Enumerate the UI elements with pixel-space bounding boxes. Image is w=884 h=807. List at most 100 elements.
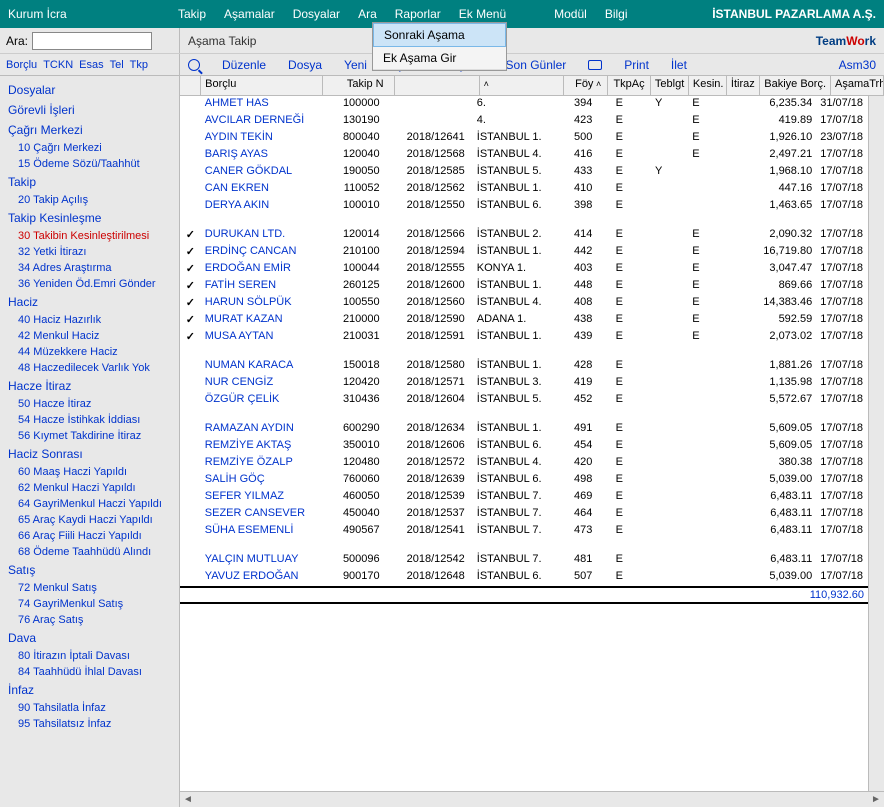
table-row[interactable]: REMZİYE ÖZALP1204802018/12572İSTANBUL 4.… xyxy=(180,455,868,472)
row-check[interactable] xyxy=(180,375,201,392)
menu-bilgi[interactable]: Bilgi xyxy=(605,7,628,21)
sidebar-item[interactable]: 32 Yetki İtirazı xyxy=(0,244,179,260)
sidebar-item[interactable]: 42 Menkul Haciz xyxy=(0,328,179,344)
scroll-right-icon[interactable]: ► xyxy=(868,794,884,805)
table-row[interactable]: NUR CENGİZ1204202018/12571İSTANBUL 3.419… xyxy=(180,375,868,392)
row-name[interactable]: NUMAN KARACA xyxy=(201,358,320,375)
row-check[interactable]: ✓ xyxy=(180,244,201,261)
sidebar-item[interactable]: 65 Araç Kaydi Haczi Yapıldı xyxy=(0,512,179,528)
col-itiraz[interactable]: İtiraz xyxy=(727,76,760,95)
sidebar-item[interactable]: 95 Tahsilatsız İnfaz xyxy=(0,716,179,732)
sidebar-item[interactable]: 74 GayriMenkul Satış xyxy=(0,596,179,612)
row-name[interactable]: HARUN SÖLPÜK xyxy=(201,295,320,312)
sidebar-hdr[interactable]: İnfaz xyxy=(0,680,179,700)
sidebar-hdr[interactable]: Satış xyxy=(0,560,179,580)
row-name[interactable]: ERDOĞAN EMİR xyxy=(201,261,320,278)
row-name[interactable]: DERYA AKIN xyxy=(201,198,320,215)
col-dosya[interactable] xyxy=(395,76,480,95)
search-icon[interactable] xyxy=(188,59,200,71)
filter-esas[interactable]: Esas xyxy=(79,59,103,71)
filter-tckn[interactable]: TCKN xyxy=(43,59,73,71)
row-check[interactable]: ✓ xyxy=(180,261,201,278)
row-name[interactable]: SALİH GÖÇ xyxy=(201,472,320,489)
col-foy[interactable]: Föy xyxy=(564,76,608,95)
menu-asamalar[interactable]: Aşamalar xyxy=(224,7,275,21)
table-row[interactable]: SALİH GÖÇ7600602018/12639İSTANBUL 6.498E… xyxy=(180,472,868,489)
sidebar-item[interactable]: 44 Müzekkere Haciz xyxy=(0,344,179,360)
row-check[interactable] xyxy=(180,552,201,569)
row-name[interactable]: YAVUZ ERDOĞAN xyxy=(201,569,320,586)
sidebar-item[interactable]: 90 Tahsilatla İnfaz xyxy=(0,700,179,716)
row-name[interactable]: NUR CENGİZ xyxy=(201,375,320,392)
table-row[interactable]: REMZİYE AKTAŞ3500102018/12606İSTANBUL 6.… xyxy=(180,438,868,455)
col-kesin[interactable]: Kesin. xyxy=(689,76,727,95)
row-check[interactable] xyxy=(180,523,201,540)
menu-modul[interactable]: Modül xyxy=(554,7,587,21)
filter-borclu[interactable]: Borçlu xyxy=(6,59,37,71)
row-name[interactable]: FATİH SEREN xyxy=(201,278,320,295)
sidebar-item[interactable]: 76 Araç Satış xyxy=(0,612,179,628)
sidebar-item[interactable]: 15 Ödeme Sözü/Taahhüt xyxy=(0,156,179,172)
table-row[interactable]: BARIŞ AYAS1200402018/12568İSTANBUL 4.416… xyxy=(180,147,868,164)
sidebar-hdr[interactable]: Takip Kesinleşme xyxy=(0,208,179,228)
row-name[interactable]: SEFER YILMAZ xyxy=(201,489,320,506)
print-icon[interactable] xyxy=(588,60,602,70)
table-row[interactable]: ÖZGÜR ÇELİK3104362018/12604İSTANBUL 5.45… xyxy=(180,392,868,409)
menu-ekmenu[interactable]: Ek Menü xyxy=(459,7,506,21)
sidebar-hdr[interactable]: Haciz xyxy=(0,292,179,312)
sidebar-item[interactable]: 60 Maaş Haczi Yapıldı xyxy=(0,464,179,480)
row-name[interactable]: CAN EKREN xyxy=(201,181,320,198)
row-check[interactable] xyxy=(180,455,201,472)
sidebar-item[interactable]: 50 Hacze İtiraz xyxy=(0,396,179,412)
row-name[interactable]: ERDİNÇ CANCAN xyxy=(201,244,320,261)
col-tkpac[interactable]: TkpAç xyxy=(608,76,651,95)
table-row[interactable]: CAN EKREN1100522018/12562İSTANBUL 1.410E… xyxy=(180,181,868,198)
table-row[interactable]: RAMAZAN AYDIN6002902018/12634İSTANBUL 1.… xyxy=(180,421,868,438)
search-input[interactable] xyxy=(32,32,152,50)
row-name[interactable]: YALÇIN MUTLUAY xyxy=(201,552,320,569)
row-name[interactable]: SÜHA ESEMENLİ xyxy=(201,523,320,540)
row-check[interactable] xyxy=(180,198,201,215)
row-name[interactable]: REMZİYE ÖZALP xyxy=(201,455,320,472)
table-row[interactable]: AYDIN TEKİN8000402018/12641İSTANBUL 1.50… xyxy=(180,130,868,147)
row-name[interactable]: MUSA AYTAN xyxy=(201,329,320,346)
row-name[interactable]: AHMET HAS xyxy=(201,96,320,113)
row-check[interactable] xyxy=(180,164,201,181)
sidebar-item[interactable]: 66 Araç Fiili Haczi Yapıldı xyxy=(0,528,179,544)
row-check[interactable] xyxy=(180,506,201,523)
row-name[interactable]: REMZİYE AKTAŞ xyxy=(201,438,320,455)
row-name[interactable]: CANER GÖKDAL xyxy=(201,164,320,181)
row-name[interactable]: AVCILAR DERNEĞİ xyxy=(201,113,320,130)
table-row[interactable]: DERYA AKIN1000102018/12550İSTANBUL 6.398… xyxy=(180,198,868,215)
sidebar-item[interactable]: 68 Ödeme Taahhüdü Alındı xyxy=(0,544,179,560)
table-row[interactable]: ✓MUSA AYTAN2100312018/12591İSTANBUL 1.43… xyxy=(180,329,868,346)
table-row[interactable]: ✓ERDOĞAN EMİR1000442018/12555KONYA 1.403… xyxy=(180,261,868,278)
scroll-left-icon[interactable]: ◄ xyxy=(180,794,196,805)
menu-dosyalar[interactable]: Dosyalar xyxy=(293,7,340,21)
vertical-scrollbar[interactable] xyxy=(868,96,884,791)
toolbar-yeni[interactable]: Yeni xyxy=(344,58,367,72)
row-name[interactable]: ÖZGÜR ÇELİK xyxy=(201,392,320,409)
col-teblgt[interactable]: Teblgt xyxy=(651,76,689,95)
sidebar-item[interactable]: 30 Takibin Kesinleştirilmesi xyxy=(0,228,179,244)
filter-tel[interactable]: Tel xyxy=(110,59,124,71)
col-mud[interactable] xyxy=(480,76,565,95)
row-check[interactable] xyxy=(180,113,201,130)
menu-raporlar[interactable]: Raporlar xyxy=(395,7,441,21)
sidebar-item[interactable]: 48 Haczedilecek Varlık Yok xyxy=(0,360,179,376)
table-row[interactable]: CANER GÖKDAL1900502018/12585İSTANBUL 5.4… xyxy=(180,164,868,181)
toolbar-print[interactable]: Print xyxy=(624,58,649,72)
table-row[interactable]: AHMET HAS1000006.394EYE6,235.3431/07/18 xyxy=(180,96,868,113)
row-check[interactable]: ✓ xyxy=(180,329,201,346)
sidebar-item[interactable]: 62 Menkul Haczi Yapıldı xyxy=(0,480,179,496)
horizontal-scrollbar[interactable]: ◄ ► xyxy=(180,791,884,807)
row-check[interactable] xyxy=(180,358,201,375)
col-check[interactable] xyxy=(180,76,201,95)
table-row[interactable]: ✓DURUKAN LTD.1200142018/12566İSTANBUL 2.… xyxy=(180,227,868,244)
sidebar-hdr[interactable]: Hacze İtiraz xyxy=(0,376,179,396)
col-takipno[interactable]: Takip N xyxy=(323,76,394,95)
row-check[interactable]: ✓ xyxy=(180,312,201,329)
toolbar-songunler[interactable]: Son Günler xyxy=(506,58,567,72)
sidebar-hdr[interactable]: Haciz Sonrası xyxy=(0,444,179,464)
table-row[interactable]: ✓HARUN SÖLPÜK1005502018/12560İSTANBUL 4.… xyxy=(180,295,868,312)
